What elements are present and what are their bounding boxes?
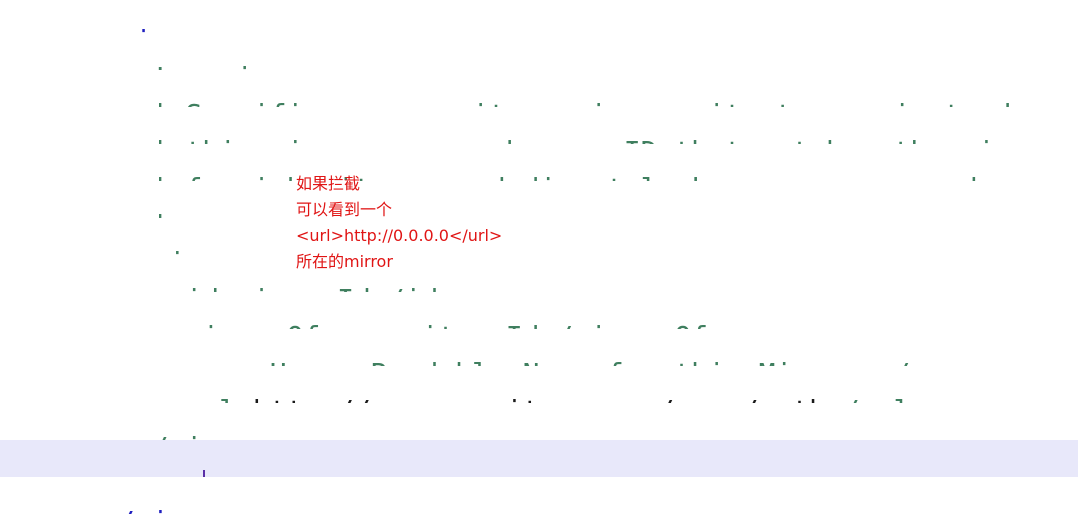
- code-line: <id>mirrorId</id>: [0, 255, 1078, 293]
- annotation-line: 可以看到一个: [296, 200, 393, 219]
- mirror-close-tag: </mirror>: [135, 431, 287, 441]
- code-line: <url>http://my.repository.com/repo/path<…: [0, 366, 1078, 404]
- comment-close: -->: [152, 468, 203, 478]
- code-line: <mirror>: [0, 218, 1078, 256]
- annotation-line: <url>http://0.0.0.0</url>: [296, 226, 503, 245]
- mirrors-close-tag: </mirrors>: [101, 505, 270, 515]
- code-line: <!-- mirror: [0, 33, 1078, 71]
- comment-line: | for inheritance and direct lookup purp…: [152, 172, 978, 182]
- url-link[interactable]: http://my.repository.com/repo/path: [253, 394, 826, 404]
- comment-line: | Specifies a repository mirror site to …: [152, 98, 1012, 108]
- code-editor[interactable]: <mirrors> <!-- mirror | Specifies a repo…: [0, 0, 1078, 526]
- code-line: <name>Human Readable Name for this Mirro…: [0, 329, 1078, 367]
- code-line: </mirrors>: [0, 477, 1078, 515]
- annotation-line: 如果拦截: [296, 174, 361, 193]
- mirrorof-close-tag: </mirrorOf>: [539, 320, 724, 330]
- name-close-tag: </name>: [877, 357, 995, 367]
- current-line[interactable]: -->: [0, 440, 1078, 477]
- id-value: mirrorId: [236, 283, 371, 293]
- url-close-tag: </url>: [826, 394, 927, 404]
- url-open-tag: <url>: [169, 394, 253, 404]
- id-close-tag: </id>: [371, 283, 455, 293]
- mirror-open-tag: <mirror>: [135, 246, 270, 256]
- code-line: | for inheritance and direct lookup purp…: [0, 144, 1078, 182]
- id-open-tag: <id>: [169, 283, 236, 293]
- mirrors-open-tag: <mirrors>: [101, 24, 253, 34]
- annotation-note: 如果拦截 可以看到一个 <url>http://0.0.0.0</url> 所在…: [296, 171, 502, 275]
- text-caret: [203, 470, 206, 477]
- mirrorof-open-tag: <mirrorOf>: [169, 320, 338, 330]
- code-line: <mirrorOf>repositoryId</mirrorOf>: [0, 292, 1078, 330]
- code-line: <mirrors>: [0, 0, 1078, 34]
- code-line: |: [0, 181, 1078, 219]
- code-line: | Specifies a repository mirror site to …: [0, 70, 1078, 108]
- annotation-line: 所在的mirror: [296, 252, 393, 271]
- code-line: </mirror>: [0, 403, 1078, 441]
- name-open-tag: <name>: [169, 357, 270, 367]
- name-value: Human Readable Name for this Mirror.: [270, 357, 877, 367]
- comment-line: | this mirror serves has an ID that matc…: [152, 135, 1029, 145]
- code-line: | this mirror serves has an ID that matc…: [0, 107, 1078, 145]
- comment-line: |: [152, 209, 169, 219]
- comment-open: <!-- mirror: [135, 61, 320, 71]
- mirrorof-value: repositoryId: [337, 320, 539, 330]
